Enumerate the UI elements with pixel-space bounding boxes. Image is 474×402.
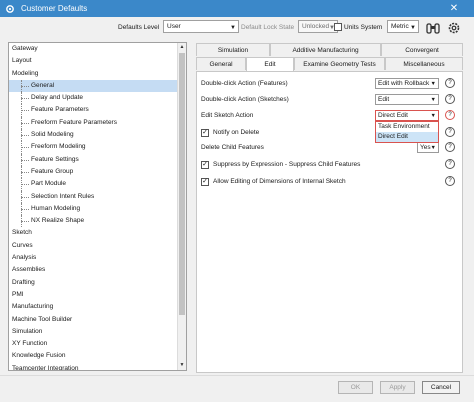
close-icon[interactable]: ✕ (434, 0, 474, 17)
tab-examine-geometry-tests[interactable]: Examine Geometry Tests (294, 57, 385, 70)
tree-item[interactable]: Feature Group (9, 165, 179, 179)
dbl-sketches-label: Double-click Action (Sketches) (201, 96, 289, 103)
help-icon[interactable]: ? (445, 127, 455, 137)
delete-child-select[interactable]: Yes ▼ (417, 142, 439, 153)
chevron-down-icon: ▼ (230, 25, 236, 31)
scroll-thumb[interactable] (179, 53, 185, 315)
chevron-down-icon: ▼ (430, 97, 436, 103)
units-system-value: Metric (391, 23, 409, 30)
settings-icon[interactable] (444, 18, 464, 38)
ok-button[interactable]: OK (338, 381, 373, 394)
dbl-sketches-select[interactable]: Edit ▼ (375, 94, 439, 105)
defaults-level-select[interactable]: User ▼ (163, 20, 239, 33)
chevron-down-icon: ▼ (430, 113, 436, 119)
suppress-label: Suppress by Expression - Suppress Child … (213, 161, 361, 168)
tree-item[interactable]: Machine Tool Builder (9, 314, 179, 326)
tree-item[interactable]: Solid Modeling (9, 129, 179, 142)
help-icon[interactable]: ? (445, 159, 455, 169)
tree-scrollbar[interactable]: ▲ ▼ (177, 43, 186, 370)
tab-additive-manufacturing[interactable]: Additive Manufacturing (270, 43, 381, 56)
help-icon[interactable]: ? (445, 176, 455, 186)
tab-convergent[interactable]: Convergent (381, 43, 463, 56)
units-checkbox[interactable] (334, 23, 342, 31)
help-icon[interactable]: ? (445, 78, 455, 88)
tree-item[interactable]: Part Module (9, 178, 179, 191)
units-system-label: Units System (344, 24, 383, 31)
scroll-down-icon[interactable]: ▼ (178, 361, 186, 370)
dropdown-option-task-environment[interactable]: Task Environment (376, 122, 438, 132)
lock-state-value: Unlocked (302, 23, 330, 30)
sketch-action-label: Edit Sketch Action (201, 112, 254, 119)
tree-item[interactable]: PMI (9, 289, 179, 301)
tree-item[interactable]: Simulation (9, 326, 179, 338)
sketch-action-dropdown: Task Environment Direct Edit (375, 121, 439, 143)
tree-item[interactable]: Freeform Feature Parameters (9, 116, 179, 130)
tree-item[interactable]: Gateway (9, 43, 179, 55)
tree-item[interactable]: Curves (9, 240, 179, 252)
tree-item[interactable]: XY Function (9, 338, 179, 350)
title-bar: Customer Defaults ✕ (0, 0, 474, 17)
edit-settings: Double-click Action (Features) Edit with… (196, 71, 463, 373)
dropdown-option-direct-edit[interactable]: Direct Edit (376, 132, 438, 142)
apply-button[interactable]: Apply (380, 381, 415, 394)
delete-child-label: Delete Child Features (201, 144, 264, 151)
allow-editing-checkbox[interactable]: ✓ (201, 178, 209, 186)
lock-state-label: Default Lock State (241, 24, 295, 31)
dbl-features-value: Edit with Rollback (378, 80, 430, 87)
lock-state-select: Unlocked ▼ (298, 20, 338, 33)
suppress-checkbox[interactable]: ✓ (201, 161, 209, 169)
delete-child-value: Yes (420, 144, 431, 151)
chevron-down-icon: ▼ (410, 25, 416, 31)
help-icon[interactable]: ? (445, 142, 455, 152)
tree-item[interactable]: Analysis (9, 252, 179, 264)
window-title: Customer Defaults (21, 4, 88, 13)
notify-delete-checkbox[interactable]: ✓ (201, 129, 209, 137)
tree-item[interactable]: Feature Settings (9, 153, 179, 167)
binoculars-icon[interactable] (423, 18, 443, 38)
tree-item[interactable]: Layout (9, 55, 179, 67)
tab-panel: Simulation Additive Manufacturing Conver… (196, 43, 463, 373)
dialog-footer: OK Apply Cancel (0, 375, 474, 402)
category-tree[interactable]: Gateway Layout Modeling General Delay and Up… (8, 42, 187, 371)
tree-item[interactable]: Feature Parameters (9, 104, 179, 118)
tree-item[interactable]: Delay and Update (9, 92, 179, 105)
tree-item[interactable]: Freeform Modeling (9, 141, 179, 154)
tree-item[interactable]: Human Modeling (9, 202, 179, 216)
dbl-sketches-value: Edit (378, 96, 390, 103)
allow-editing-label: Allow Editing of Dimensions of Internal … (213, 178, 346, 185)
help-icon[interactable]: ? (445, 94, 455, 104)
tab-simulation[interactable]: Simulation (196, 43, 270, 56)
help-icon[interactable]: ? (445, 110, 455, 120)
tree-item[interactable]: Teamcenter Integration (9, 363, 179, 370)
defaults-level-label: Defaults Level (118, 24, 160, 31)
sketch-action-select[interactable]: Direct Edit ▼ (375, 110, 439, 121)
sketch-action-value: Direct Edit (378, 112, 408, 119)
cancel-button[interactable]: Cancel (422, 381, 460, 394)
tree-item[interactable]: Manufacturing (9, 301, 179, 313)
defaults-level-value: User (167, 23, 181, 30)
tab-general[interactable]: General (196, 57, 246, 70)
tree-item[interactable]: General (9, 79, 179, 93)
tab-edit[interactable]: Edit (246, 57, 294, 71)
tree-item[interactable]: Selection Intent Rules (9, 190, 179, 204)
chevron-down-icon: ▼ (430, 145, 436, 151)
tree-item[interactable]: Drafting (9, 277, 179, 289)
chevron-down-icon: ▼ (430, 81, 436, 87)
notify-delete-label: Notify on Delete (213, 129, 260, 136)
dialog-body: Defaults Level User ▼ Default Lock State… (0, 17, 474, 402)
toolbar: Defaults Level User ▼ Default Lock State… (0, 17, 474, 39)
tree-item[interactable]: Sketch (9, 227, 179, 239)
units-system-select[interactable]: Metric ▼ (387, 20, 419, 33)
tab-miscellaneous[interactable]: Miscellaneous (385, 57, 463, 70)
tree-list: Gateway Layout Modeling General Delay and Up… (9, 43, 179, 370)
dbl-features-label: Double-click Action (Features) (201, 80, 288, 87)
tree-item[interactable]: Knowledge Fusion (9, 350, 179, 362)
tree-item[interactable]: Modeling (9, 68, 179, 80)
tree-item[interactable]: NX Realize Shape (9, 215, 179, 228)
scroll-up-icon[interactable]: ▲ (178, 43, 186, 52)
app-gear-icon (4, 3, 15, 14)
dbl-features-select[interactable]: Edit with Rollback ▼ (375, 78, 439, 89)
tree-item[interactable]: Assemblies (9, 264, 179, 276)
